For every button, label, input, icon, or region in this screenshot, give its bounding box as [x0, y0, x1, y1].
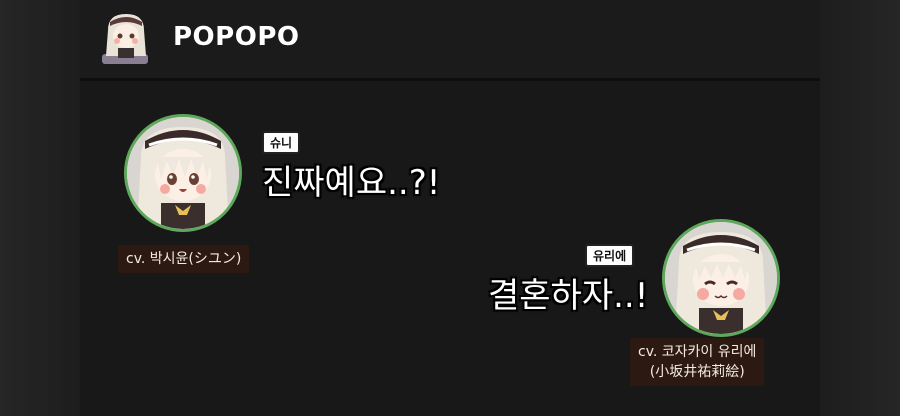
speech-text: 진짜예요..?! [262, 163, 441, 203]
speaker-avatar-yurie [662, 219, 780, 337]
voice-actor-text: (小坂井祐莉絵) [649, 364, 745, 380]
voice-actor-label: cv. 코자카이 유리에 (小坂井祐莉絵) [630, 338, 765, 386]
left-margin [0, 0, 80, 416]
channel-title: POPOPO [173, 22, 300, 52]
speech-text: 결혼하자..! [488, 276, 649, 316]
voice-actor-label: cv. 박시윤(シユン) [118, 245, 250, 273]
stream-panel: POPOPO 슈니 진짜예요..?! cv. 박시윤(シユン) 유리에 결혼하자… [80, 0, 820, 416]
voice-actor-text: cv. 박시윤(シユン) [126, 251, 242, 267]
character-chibi-icon[interactable] [98, 10, 154, 66]
speaker-name-tag: 유리에 [585, 244, 635, 267]
right-margin [820, 0, 900, 416]
channel-header: POPOPO [80, 0, 820, 81]
speaker-name-tag: 슈니 [262, 131, 301, 154]
speaker-avatar-shuni [124, 114, 242, 232]
voice-actor-text: cv. 코자카이 유리에 [638, 344, 757, 360]
